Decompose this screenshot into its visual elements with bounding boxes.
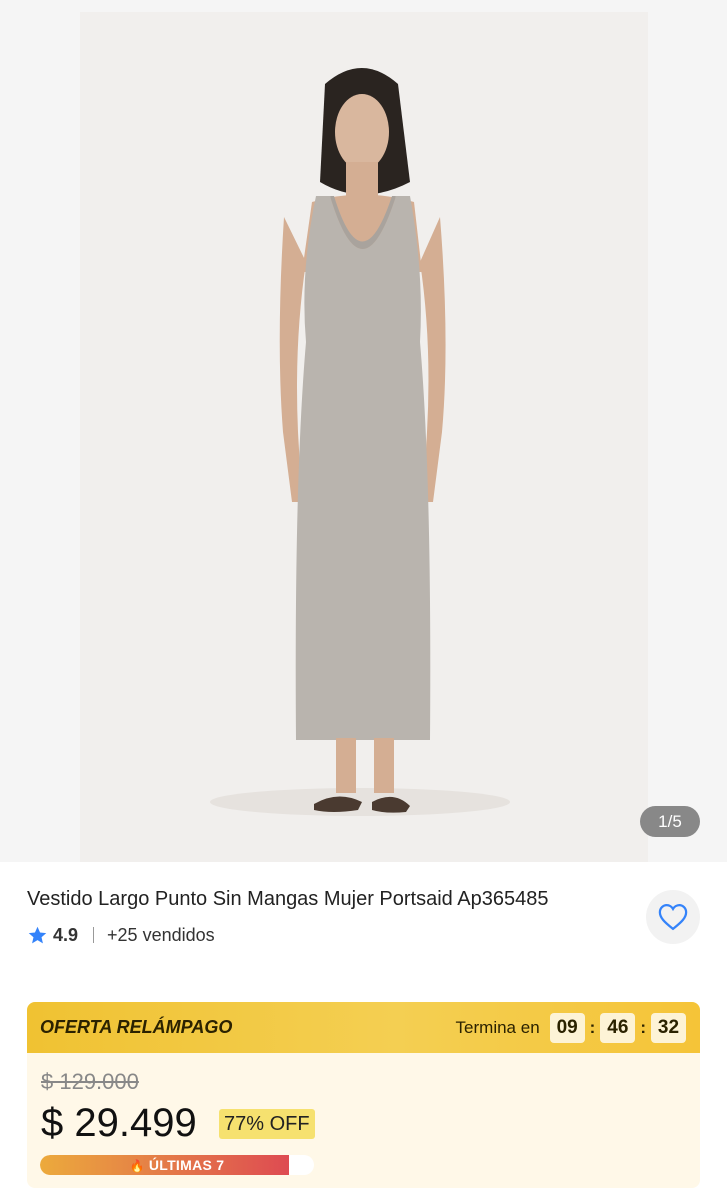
stock-label-text: ÚLTIMAS 7 [148, 1157, 225, 1173]
countdown-minutes: 46 [600, 1012, 636, 1043]
star-icon [28, 926, 47, 943]
flash-deal-header: OFERTA RELÁMPAGO Termina en 09 : 46 : 32 [27, 1002, 700, 1053]
flash-deal-label: OFERTA RELÁMPAGO [40, 1017, 233, 1037]
flame-icon: 🔥 [129, 1159, 145, 1173]
rating-value: 4.9 [53, 924, 79, 945]
countdown-seconds: 32 [651, 1012, 686, 1043]
image-counter: 1/5 [640, 806, 700, 837]
countdown-separator: : [640, 1017, 646, 1037]
original-price: $ 129.000 [41, 1069, 139, 1094]
dress-model-illustration [210, 68, 510, 816]
countdown-separator: : [589, 1017, 596, 1037]
divider [93, 927, 95, 943]
current-price: $ 29.499 [41, 1101, 197, 1145]
price-section: $ 129.000 $ 29.499 77% OFF 🔥 ÚLTIMAS 7 [27, 1053, 700, 1188]
sold-count: +25 vendidos [107, 924, 215, 945]
countdown-hours: 09 [549, 1012, 585, 1043]
stock-progress-bar: 🔥 ÚLTIMAS 7 [40, 1155, 314, 1175]
flash-deal-card: OFERTA RELÁMPAGO Termina en 09 : 46 : 32… [27, 1002, 700, 1188]
rating-row: 4.9 +25 vendidos [27, 923, 215, 947]
countdown-label: Termina en [455, 1017, 540, 1037]
product-title: Vestido Largo Punto Sin Mangas Mujer Por… [27, 888, 549, 910]
stock-label: 🔥 ÚLTIMAS 7 [40, 1155, 314, 1175]
discount-badge: 77% OFF [219, 1109, 315, 1139]
product-gallery[interactable]: 1/5 [0, 0, 727, 862]
countdown-timer: Termina en 09 : 46 : 32 [455, 1012, 686, 1043]
heart-icon [658, 903, 688, 931]
product-image[interactable] [80, 12, 648, 862]
favorite-button[interactable] [646, 890, 700, 944]
